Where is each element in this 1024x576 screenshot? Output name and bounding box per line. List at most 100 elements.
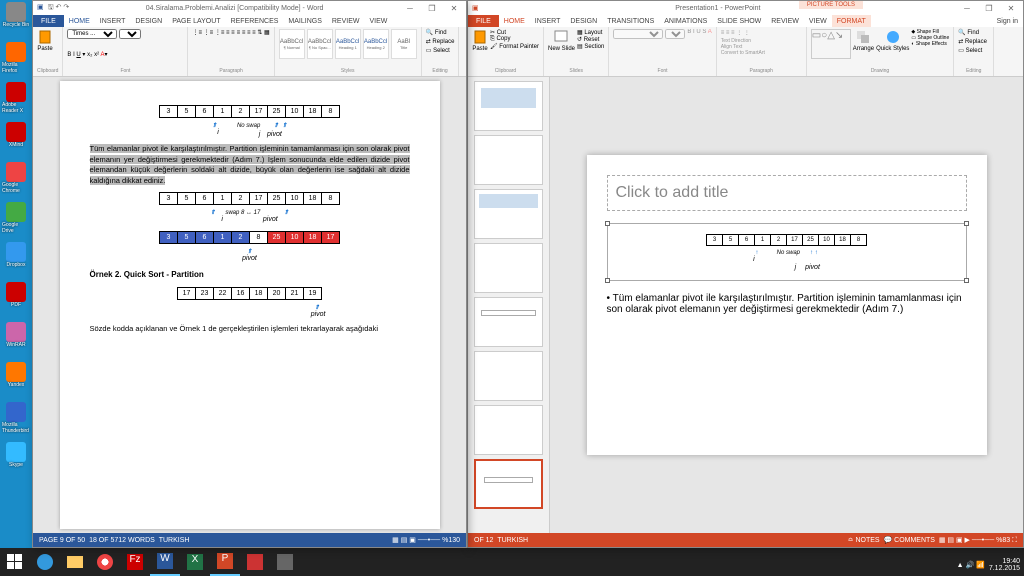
taskbar-explorer[interactable] bbox=[60, 548, 90, 576]
tab-view[interactable]: VIEW bbox=[364, 15, 392, 27]
array-table-1: 35612172510188 bbox=[159, 105, 340, 118]
tab-pagelayout[interactable]: PAGE LAYOUT bbox=[167, 15, 225, 27]
desktop-icon[interactable]: Recycle Bin bbox=[2, 2, 30, 36]
thumbnail[interactable] bbox=[474, 405, 543, 455]
tab-mailings[interactable]: MAILINGS bbox=[283, 15, 326, 27]
desktop-icon[interactable]: Dropbox bbox=[2, 242, 30, 276]
desktop-icon[interactable]: WinRAR bbox=[2, 322, 30, 356]
replace-button[interactable]: ⇄ Replace bbox=[958, 38, 987, 45]
style-heading2[interactable]: AaBbCcIHeading 2 bbox=[363, 29, 389, 59]
desktop-icon[interactable]: Skype bbox=[2, 442, 30, 476]
thumbnail[interactable] bbox=[474, 297, 543, 347]
format-painter-button[interactable]: 🖌 Format Painter bbox=[490, 43, 539, 50]
smartart-button[interactable]: Convert to SmartArt bbox=[721, 50, 765, 56]
array-table: 35612172510188 bbox=[706, 234, 867, 246]
desktop-icon[interactable]: Yandex bbox=[2, 362, 30, 396]
taskbar: Fz W X P ▲ 🔊 📶 19:407.12.2015 bbox=[0, 548, 1024, 576]
title-placeholder[interactable]: Click to add title bbox=[607, 175, 967, 211]
tab-view[interactable]: VIEW bbox=[804, 15, 832, 27]
maximize-button[interactable]: ❐ bbox=[422, 2, 442, 14]
close-button[interactable]: ✕ bbox=[1001, 2, 1021, 14]
slide-thumbnails[interactable] bbox=[468, 77, 550, 533]
ppt-ribbon-tabs: FILE HOME INSERT DESIGN TRANSITIONS ANIM… bbox=[468, 15, 1023, 27]
style-title[interactable]: AaBlTitle bbox=[391, 29, 417, 59]
select-button[interactable]: ▭ Select bbox=[426, 47, 450, 54]
taskbar-ppt[interactable]: P bbox=[210, 548, 240, 576]
layout-button[interactable]: ▦ Layout bbox=[577, 29, 604, 36]
array-table-4: 1723221618202119 bbox=[177, 287, 322, 300]
word-document-area[interactable]: 35612172510188 ⇑ No swap ⇑ ⇑ ij pivot Tü… bbox=[33, 77, 466, 533]
select-button[interactable]: ▭ Select bbox=[958, 47, 982, 54]
thumbnail[interactable] bbox=[474, 81, 543, 131]
desktop-icon[interactable]: Mozilla Thunderbird bbox=[2, 402, 30, 436]
section-button[interactable]: ▤ Section bbox=[577, 43, 604, 50]
desktop-icon[interactable]: XMind bbox=[2, 122, 30, 156]
tab-animations[interactable]: ANIMATIONS bbox=[659, 15, 712, 27]
tab-format[interactable]: FORMAT bbox=[832, 15, 871, 27]
thumbnail[interactable] bbox=[474, 351, 543, 401]
taskbar-filezilla[interactable]: Fz bbox=[120, 548, 150, 576]
desktop-icon[interactable]: Google Drive bbox=[2, 202, 30, 236]
system-tray[interactable]: ▲ 🔊 📶 19:407.12.2015 bbox=[957, 558, 1020, 572]
taskbar-ie[interactable] bbox=[30, 548, 60, 576]
desktop-icon[interactable]: Mozilla Firefox bbox=[2, 42, 30, 76]
tab-home[interactable]: HOME bbox=[64, 15, 95, 27]
find-button[interactable]: 🔍 Find bbox=[426, 29, 447, 36]
replace-button[interactable]: ⇄ Replace bbox=[426, 38, 455, 45]
style-nospacing[interactable]: AaBbCcI¶ No Spac... bbox=[307, 29, 333, 59]
slide-canvas[interactable]: Click to add title 35612172510188 ↑ No s… bbox=[587, 155, 987, 455]
sign-in-link[interactable]: Sign in bbox=[992, 15, 1023, 27]
quick-styles-button[interactable]: Quick Styles bbox=[876, 29, 909, 52]
start-button[interactable] bbox=[0, 548, 30, 576]
cut-button[interactable]: ✂ Cut bbox=[490, 29, 539, 36]
desktop-icon[interactable]: Adobe Reader X bbox=[2, 82, 30, 116]
reset-button[interactable]: ↺ Reset bbox=[577, 36, 604, 43]
shapes-gallery[interactable]: ▭○△↘ bbox=[811, 29, 851, 59]
find-button[interactable]: 🔍 Find bbox=[958, 29, 979, 36]
font-family-select[interactable]: Times ... bbox=[67, 29, 117, 39]
ppt-title: Presentation1 - PowerPoint bbox=[479, 5, 957, 12]
tab-insert[interactable]: INSERT bbox=[530, 15, 566, 27]
tab-insert[interactable]: INSERT bbox=[95, 15, 131, 27]
maximize-button[interactable]: ❐ bbox=[979, 2, 999, 14]
style-normal[interactable]: AaBbCcI¶ Normal bbox=[279, 29, 305, 59]
taskbar-word[interactable]: W bbox=[150, 548, 180, 576]
arrange-button[interactable]: Arrange bbox=[853, 29, 874, 52]
tab-design[interactable]: DESIGN bbox=[565, 15, 602, 27]
tab-transitions[interactable]: TRANSITIONS bbox=[602, 15, 659, 27]
close-button[interactable]: ✕ bbox=[444, 2, 464, 14]
font-size-select[interactable] bbox=[665, 29, 685, 39]
file-tab[interactable]: FILE bbox=[468, 15, 499, 27]
thumbnail[interactable] bbox=[474, 243, 543, 293]
tab-slideshow[interactable]: SLIDE SHOW bbox=[712, 15, 766, 27]
taskbar-app[interactable] bbox=[240, 548, 270, 576]
tab-references[interactable]: REFERENCES bbox=[226, 15, 284, 27]
minimize-button[interactable]: ─ bbox=[400, 2, 420, 14]
taskbar-excel[interactable]: X bbox=[180, 548, 210, 576]
selected-text: Tüm elamanlar pivot ile karşılaştırılmış… bbox=[90, 144, 410, 185]
desktop-icon[interactable]: PDF bbox=[2, 282, 30, 316]
shape-effects-button[interactable]: ◐ Shape Effects bbox=[911, 41, 949, 47]
word-title: 04.Siralama.Problemi.Analizi [Compatibil… bbox=[69, 5, 400, 12]
copy-button[interactable]: ⎘ Copy bbox=[490, 36, 539, 43]
tab-home[interactable]: HOME bbox=[499, 15, 530, 27]
file-tab[interactable]: FILE bbox=[33, 15, 64, 27]
thumbnail[interactable] bbox=[474, 189, 543, 239]
word-statusbar: PAGE 9 OF 50 18 OF 5712 WORDS TURKISH ▦ … bbox=[33, 533, 466, 547]
desktop-icon[interactable]: Google Chrome bbox=[2, 162, 30, 196]
thumbnail[interactable] bbox=[474, 135, 543, 185]
tab-design[interactable]: DESIGN bbox=[130, 15, 167, 27]
new-slide-button[interactable]: New Slide bbox=[548, 29, 575, 52]
tab-review[interactable]: REVIEW bbox=[327, 15, 365, 27]
minimize-button[interactable]: ─ bbox=[957, 2, 977, 14]
desktop-icons: Recycle Bin Mozilla Firefox Adobe Reader… bbox=[2, 2, 30, 476]
font-family-select[interactable] bbox=[613, 29, 663, 39]
paste-button[interactable]: Paste bbox=[37, 29, 53, 52]
paste-button[interactable]: Paste bbox=[472, 29, 488, 52]
thumbnail-selected[interactable] bbox=[474, 459, 543, 509]
style-heading1[interactable]: AaBbCcIHeading 1 bbox=[335, 29, 361, 59]
tab-review[interactable]: REVIEW bbox=[766, 15, 804, 27]
taskbar-chrome[interactable] bbox=[90, 548, 120, 576]
taskbar-app[interactable] bbox=[270, 548, 300, 576]
font-size-select[interactable]: 12 bbox=[119, 29, 141, 39]
